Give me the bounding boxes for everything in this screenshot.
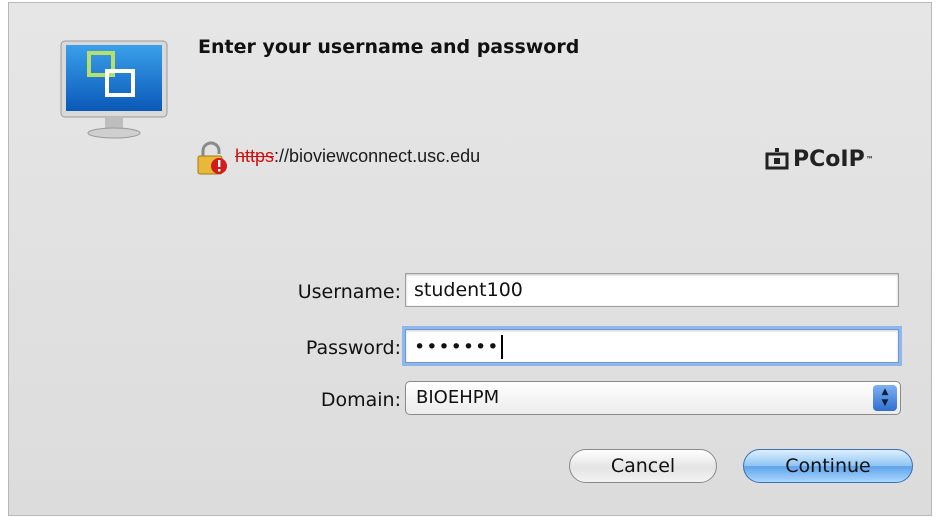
domain-select[interactable]: BIOEHPM ▲ ▼ [405,381,901,415]
url-host: ://bioviewconnect.usc.edu [274,145,481,166]
dialog-title: Enter your username and password [198,36,580,58]
cancel-button[interactable]: Cancel [569,449,717,483]
arrow-up-icon: ▲ [881,387,889,397]
server-url: https://bioviewconnect.usc.edu [235,146,480,167]
broken-lock-warning-icon [195,141,229,177]
pcoip-logo-text: PCoIP [793,146,865,172]
login-dialog: Enter your username and password https:/… [8,2,932,516]
password-masked-value: ••••••• [414,336,500,358]
arrow-down-icon: ▼ [881,398,889,408]
pcoip-tm: ™ [865,154,874,164]
select-arrows-icon[interactable]: ▲ ▼ [873,385,897,411]
url-scheme-insecure: https [235,145,275,166]
password-label: Password: [305,337,401,359]
continue-button[interactable]: Continue [743,449,913,483]
username-label: Username: [297,281,401,303]
monitor-windows-icon [59,39,171,143]
text-caret [501,335,504,359]
username-value: student100 [414,279,523,301]
pcoip-mark-icon [765,148,789,170]
password-field[interactable]: ••••••• [405,329,899,363]
pcoip-logo: PCoIP ™ [765,146,874,172]
domain-label: Domain: [320,389,401,411]
username-field[interactable]: student100 [405,273,899,307]
server-url-row: https://bioviewconnect.usc.edu [195,141,480,177]
domain-selected-value: BIOEHPM [416,387,500,408]
